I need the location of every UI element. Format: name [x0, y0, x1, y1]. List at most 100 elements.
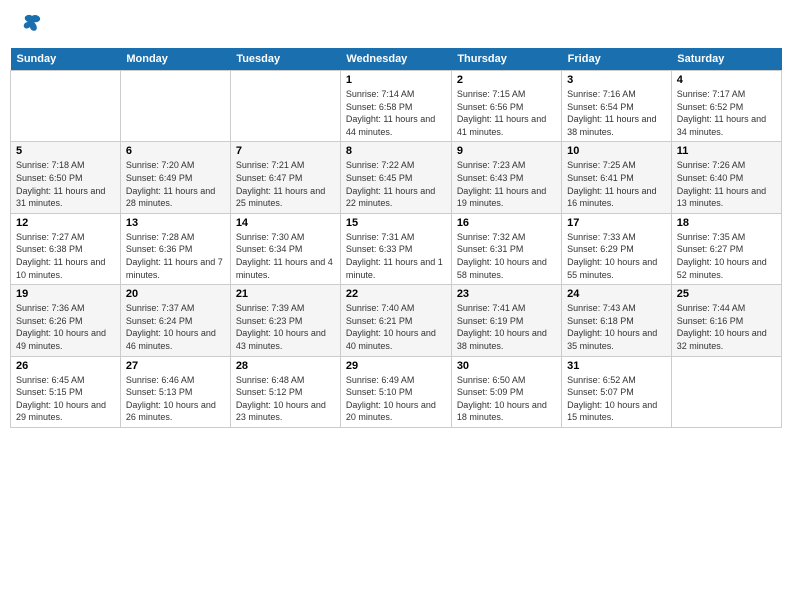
day-header-friday: Friday — [562, 48, 672, 71]
day-number: 14 — [236, 217, 335, 229]
calendar-cell: 1 Sunrise: 7:14 AM Sunset: 6:58 PM Daylig… — [340, 71, 451, 142]
day-number: 11 — [677, 145, 776, 157]
day-number: 24 — [567, 288, 666, 300]
day-info: Sunrise: 7:26 AM Sunset: 6:40 PM Dayligh… — [677, 159, 776, 209]
calendar-cell: 25 Sunrise: 7:44 AM Sunset: 6:16 PM Dayli… — [671, 285, 781, 356]
calendar-cell: 7 Sunrise: 7:21 AM Sunset: 6:47 PM Daylig… — [230, 142, 340, 213]
calendar-table: SundayMondayTuesdayWednesdayThursdayFrid… — [10, 48, 782, 428]
day-number: 31 — [567, 360, 666, 372]
day-header-monday: Monday — [120, 48, 230, 71]
calendar-cell: 31 Sunrise: 6:52 AM Sunset: 5:07 PM Dayli… — [562, 356, 672, 427]
day-header-thursday: Thursday — [451, 48, 561, 71]
calendar-cell — [120, 71, 230, 142]
day-header-wednesday: Wednesday — [340, 48, 451, 71]
calendar-cell: 8 Sunrise: 7:22 AM Sunset: 6:45 PM Daylig… — [340, 142, 451, 213]
day-number: 20 — [126, 288, 225, 300]
week-row-1: 1 Sunrise: 7:14 AM Sunset: 6:58 PM Daylig… — [11, 71, 782, 142]
day-number: 2 — [457, 74, 556, 86]
calendar-cell: 18 Sunrise: 7:35 AM Sunset: 6:27 PM Dayli… — [671, 213, 781, 284]
day-info: Sunrise: 7:44 AM Sunset: 6:16 PM Dayligh… — [677, 302, 776, 352]
day-number: 13 — [126, 217, 225, 229]
logo-text-block — [18, 14, 42, 36]
day-number: 17 — [567, 217, 666, 229]
day-info: Sunrise: 7:35 AM Sunset: 6:27 PM Dayligh… — [677, 231, 776, 281]
day-info: Sunrise: 7:17 AM Sunset: 6:52 PM Dayligh… — [677, 88, 776, 138]
calendar-cell: 28 Sunrise: 6:48 AM Sunset: 5:12 PM Dayli… — [230, 356, 340, 427]
calendar-cell: 14Sunrise: 7:30 AM Sunset: 6:34 PM Dayli… — [230, 213, 340, 284]
day-number: 19 — [16, 288, 115, 300]
day-number: 8 — [346, 145, 446, 157]
calendar-cell: 23Sunrise: 7:41 AM Sunset: 6:19 PM Dayli… — [451, 285, 561, 356]
calendar-cell: 29 Sunrise: 6:49 AM Sunset: 5:10 PM Dayli… — [340, 356, 451, 427]
logo-container — [18, 14, 42, 36]
calendar-cell: 24 Sunrise: 7:43 AM Sunset: 6:18 PM Dayli… — [562, 285, 672, 356]
logo-bird-icon — [22, 14, 42, 36]
day-number: 28 — [236, 360, 335, 372]
day-info: Sunrise: 7:27 AM Sunset: 6:38 PM Dayligh… — [16, 231, 115, 281]
day-info: Sunrise: 7:20 AM Sunset: 6:49 PM Dayligh… — [126, 159, 225, 209]
day-number: 15 — [346, 217, 446, 229]
day-info: Sunrise: 6:46 AM Sunset: 5:13 PM Dayligh… — [126, 374, 225, 424]
day-number: 25 — [677, 288, 776, 300]
day-info: Sunrise: 7:43 AM Sunset: 6:18 PM Dayligh… — [567, 302, 666, 352]
day-info: Sunrise: 7:36 AM Sunset: 6:26 PM Dayligh… — [16, 302, 115, 352]
day-header-saturday: Saturday — [671, 48, 781, 71]
day-header-tuesday: Tuesday — [230, 48, 340, 71]
day-number: 21 — [236, 288, 335, 300]
calendar-cell: 9Sunrise: 7:23 AM Sunset: 6:43 PM Daylig… — [451, 142, 561, 213]
calendar-cell — [230, 71, 340, 142]
day-number: 7 — [236, 145, 335, 157]
week-row-3: 12Sunrise: 7:27 AM Sunset: 6:38 PM Dayli… — [11, 213, 782, 284]
day-number: 18 — [677, 217, 776, 229]
day-info: Sunrise: 7:22 AM Sunset: 6:45 PM Dayligh… — [346, 159, 446, 209]
calendar-cell: 3 Sunrise: 7:16 AM Sunset: 6:54 PM Daylig… — [562, 71, 672, 142]
day-number: 1 — [346, 74, 446, 86]
day-number: 27 — [126, 360, 225, 372]
day-number: 4 — [677, 74, 776, 86]
day-number: 3 — [567, 74, 666, 86]
day-info: Sunrise: 7:21 AM Sunset: 6:47 PM Dayligh… — [236, 159, 335, 209]
calendar-cell: 26 Sunrise: 6:45 AM Sunset: 5:15 PM Dayli… — [11, 356, 121, 427]
day-number: 29 — [346, 360, 446, 372]
day-number: 5 — [16, 145, 115, 157]
day-info: Sunrise: 7:33 AM Sunset: 6:29 PM Dayligh… — [567, 231, 666, 281]
week-row-2: 5Sunrise: 7:18 AM Sunset: 6:50 PM Daylig… — [11, 142, 782, 213]
day-header-sunday: Sunday — [11, 48, 121, 71]
calendar-cell: 5Sunrise: 7:18 AM Sunset: 6:50 PM Daylig… — [11, 142, 121, 213]
day-number: 9 — [457, 145, 556, 157]
calendar-cell: 16Sunrise: 7:32 AM Sunset: 6:31 PM Dayli… — [451, 213, 561, 284]
day-number: 16 — [457, 217, 556, 229]
calendar-cell: 19 Sunrise: 7:36 AM Sunset: 6:26 PM Dayli… — [11, 285, 121, 356]
header — [10, 10, 782, 40]
calendar-cell: 6 Sunrise: 7:20 AM Sunset: 6:49 PM Daylig… — [120, 142, 230, 213]
calendar-cell: 17 Sunrise: 7:33 AM Sunset: 6:29 PM Dayli… — [562, 213, 672, 284]
day-info: Sunrise: 7:16 AM Sunset: 6:54 PM Dayligh… — [567, 88, 666, 138]
week-row-5: 26 Sunrise: 6:45 AM Sunset: 5:15 PM Dayli… — [11, 356, 782, 427]
day-number: 6 — [126, 145, 225, 157]
day-info: Sunrise: 7:14 AM Sunset: 6:58 PM Dayligh… — [346, 88, 446, 138]
day-info: Sunrise: 6:52 AM Sunset: 5:07 PM Dayligh… — [567, 374, 666, 424]
day-info: Sunrise: 6:45 AM Sunset: 5:15 PM Dayligh… — [16, 374, 115, 424]
day-number: 30 — [457, 360, 556, 372]
calendar-cell — [671, 356, 781, 427]
week-row-4: 19 Sunrise: 7:36 AM Sunset: 6:26 PM Dayli… — [11, 285, 782, 356]
day-info: Sunrise: 7:25 AM Sunset: 6:41 PM Dayligh… — [567, 159, 666, 209]
calendar-cell: 22Sunrise: 7:40 AM Sunset: 6:21 PM Dayli… — [340, 285, 451, 356]
day-info: Sunrise: 6:50 AM Sunset: 5:09 PM Dayligh… — [457, 374, 556, 424]
calendar-header-row: SundayMondayTuesdayWednesdayThursdayFrid… — [11, 48, 782, 71]
logo-line1 — [18, 14, 42, 36]
day-info: Sunrise: 6:48 AM Sunset: 5:12 PM Dayligh… — [236, 374, 335, 424]
day-info: Sunrise: 7:37 AM Sunset: 6:24 PM Dayligh… — [126, 302, 225, 352]
calendar-cell: 27 Sunrise: 6:46 AM Sunset: 5:13 PM Dayli… — [120, 356, 230, 427]
day-info: Sunrise: 7:41 AM Sunset: 6:19 PM Dayligh… — [457, 302, 556, 352]
calendar-cell: 4 Sunrise: 7:17 AM Sunset: 6:52 PM Daylig… — [671, 71, 781, 142]
day-number: 26 — [16, 360, 115, 372]
calendar-cell — [11, 71, 121, 142]
calendar-cell: 10Sunrise: 7:25 AM Sunset: 6:41 PM Dayli… — [562, 142, 672, 213]
calendar-cell: 15Sunrise: 7:31 AM Sunset: 6:33 PM Dayli… — [340, 213, 451, 284]
calendar-cell: 30 Sunrise: 6:50 AM Sunset: 5:09 PM Dayli… — [451, 356, 561, 427]
calendar-cell: 12Sunrise: 7:27 AM Sunset: 6:38 PM Dayli… — [11, 213, 121, 284]
day-info: Sunrise: 6:49 AM Sunset: 5:10 PM Dayligh… — [346, 374, 446, 424]
logo — [18, 14, 42, 36]
calendar-cell: 13Sunrise: 7:28 AM Sunset: 6:36 PM Dayli… — [120, 213, 230, 284]
